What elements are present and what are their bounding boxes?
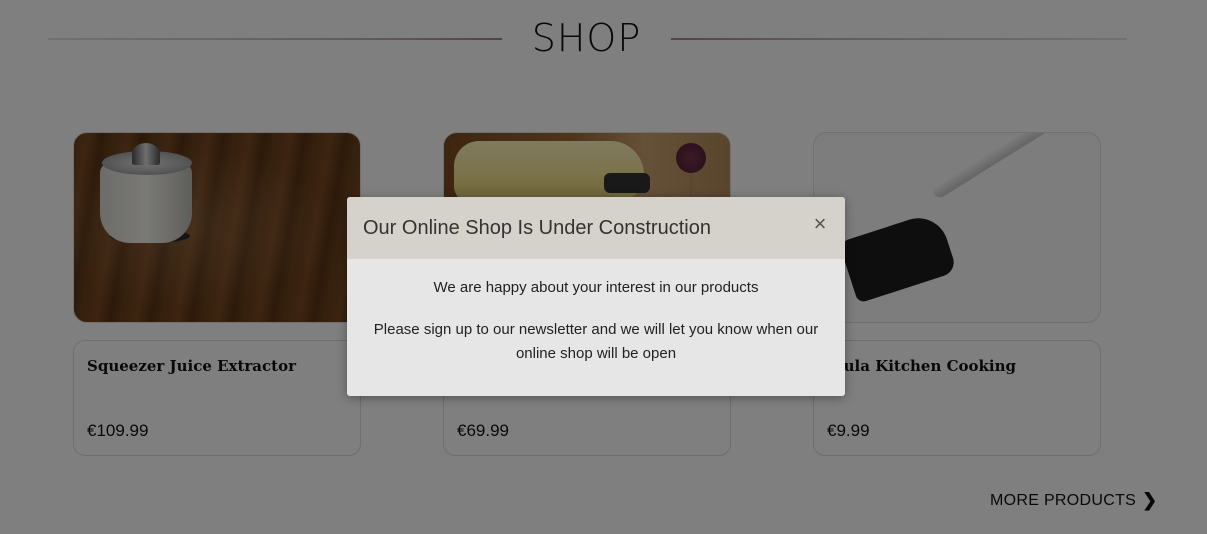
modal-body: We are happy about your interest in our … bbox=[347, 278, 845, 366]
close-icon[interactable]: × bbox=[811, 213, 829, 235]
modal-message-newsletter: Please sign up to our newsletter and we … bbox=[373, 321, 819, 362]
modal-header: Our Online Shop Is Under Construction × bbox=[347, 197, 845, 259]
construction-modal: Our Online Shop Is Under Construction × … bbox=[347, 197, 845, 396]
modal-title: Our Online Shop Is Under Construction bbox=[363, 217, 711, 239]
modal-message-interest: We are happy about your interest in our … bbox=[433, 279, 759, 296]
